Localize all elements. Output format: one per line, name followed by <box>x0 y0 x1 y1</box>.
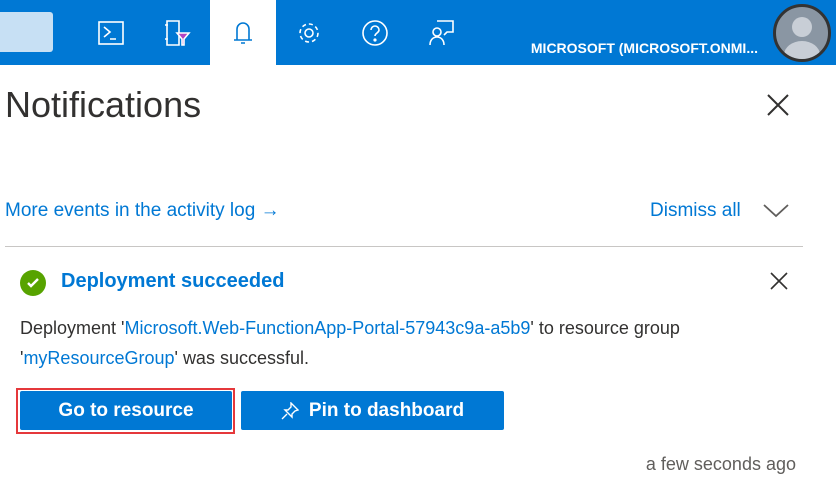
feedback-icon <box>429 19 454 45</box>
dismiss-notification-icon[interactable] <box>770 272 788 290</box>
account-name[interactable]: MICROSOFT (MICROSOFT.ONMI... <box>531 40 758 56</box>
user-icon <box>784 17 820 59</box>
avatar[interactable] <box>773 4 831 62</box>
deployment-link[interactable]: Microsoft.Web-FunctionApp-Portal-57943c9… <box>124 318 530 338</box>
settings-button[interactable] <box>276 0 342 65</box>
notification-message: Deployment 'Microsoft.Web-FunctionApp-Po… <box>20 313 790 373</box>
cloud-shell-icon <box>98 20 124 45</box>
gear-icon <box>299 22 319 43</box>
directory-filter-button[interactable] <box>144 0 210 65</box>
page-title: Notifications <box>5 84 202 125</box>
chevron-down-icon[interactable] <box>763 201 789 219</box>
timestamp: a few seconds ago <box>645 454 796 474</box>
bell-icon <box>234 21 252 44</box>
feedback-button[interactable] <box>408 0 474 65</box>
pin-label: Pin to dashboard <box>308 399 465 421</box>
activity-log-link[interactable]: More events in the activity log → <box>5 200 280 222</box>
go-to-resource-button[interactable]: Go to resource <box>20 391 232 430</box>
divider <box>5 246 803 247</box>
pin-icon <box>281 401 299 419</box>
top-bar: MICROSOFT (MICROSOFT.ONMI... <box>0 0 836 65</box>
resource-group-link[interactable]: myResourceGroup <box>23 348 174 368</box>
message-text: Deployment ' <box>20 318 125 338</box>
notification-title: Deployment succeeded <box>61 270 285 292</box>
success-icon <box>20 270 46 296</box>
search-box[interactable] <box>0 12 53 52</box>
dismiss-all-button[interactable]: Dismiss all <box>650 200 741 222</box>
close-icon[interactable] <box>766 93 790 117</box>
directory-filter-icon <box>165 19 191 46</box>
help-icon <box>362 19 388 46</box>
message-text: ' was successful. <box>174 348 309 368</box>
cloud-shell-button[interactable] <box>78 0 144 65</box>
help-button[interactable] <box>342 0 408 65</box>
pin-to-dashboard-button[interactable]: Pin to dashboard <box>241 391 504 430</box>
notifications-button[interactable] <box>210 0 276 65</box>
